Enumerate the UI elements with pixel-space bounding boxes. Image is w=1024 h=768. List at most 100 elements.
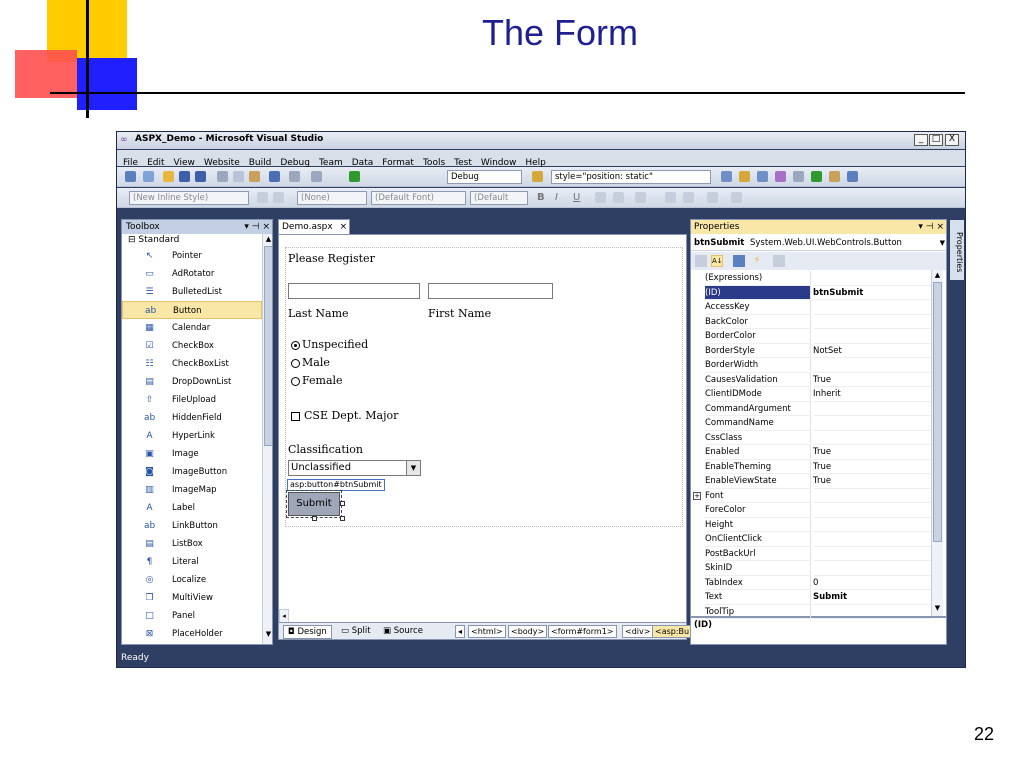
align-icon[interactable] <box>635 192 646 203</box>
properties-scrollbar[interactable]: ▲ ▼ <box>931 270 943 616</box>
cut-icon[interactable] <box>217 171 228 182</box>
designer-hscroll-left[interactable]: ◂ <box>279 609 289 623</box>
close-button[interactable]: X <box>945 134 959 146</box>
toolbox-item-panel[interactable]: □ Panel <box>122 607 262 625</box>
props-scroll-thumb[interactable] <box>933 282 942 542</box>
property-value[interactable] <box>813 605 931 619</box>
undo-icon[interactable] <box>269 171 280 182</box>
events-icon[interactable]: ⚡ <box>751 255 763 267</box>
command-window-icon[interactable] <box>847 171 858 182</box>
bulleted-list-icon[interactable] <box>683 192 694 203</box>
property-value[interactable]: btnSubmit <box>813 286 931 300</box>
open-file-icon[interactable] <box>163 171 174 182</box>
properties-pin-controls[interactable]: ▾ ⊣ × <box>918 220 944 234</box>
toolbox-item-pointer[interactable]: ↖ Pointer <box>122 247 262 265</box>
first-name-input[interactable] <box>428 283 553 299</box>
toolbox-item-linkbutton[interactable]: ab LinkButton <box>122 517 262 535</box>
property-row-id[interactable]: (ID) btnSubmit <box>691 285 931 300</box>
solution-config-select[interactable]: Debug <box>447 170 522 184</box>
toolbox-section-standard[interactable]: ⊟ Standard <box>122 234 262 246</box>
property-value[interactable] <box>813 431 931 445</box>
toolbox-item-label[interactable]: A Label <box>122 499 262 517</box>
property-row-forecolor[interactable]: ForeColor <box>691 503 931 518</box>
toolbox-item-hiddenfield[interactable]: ab HiddenField <box>122 409 262 427</box>
navigate-icon[interactable] <box>311 171 322 182</box>
crumb-div[interactable]: <div> <box>622 625 654 638</box>
find-in-files-icon[interactable] <box>721 171 732 182</box>
radio-female[interactable] <box>291 377 300 386</box>
highlight-icon[interactable] <box>613 192 624 203</box>
property-row-backcolor[interactable]: BackColor <box>691 314 931 329</box>
scroll-thumb[interactable] <box>264 246 272 446</box>
toolbox-item-multiview[interactable]: ❐ MultiView <box>122 589 262 607</box>
property-row-tabindex[interactable]: TabIndex 0 <box>691 575 931 590</box>
resize-handle-right[interactable] <box>340 501 345 506</box>
property-value[interactable] <box>813 402 931 416</box>
property-value[interactable]: True <box>813 460 931 474</box>
property-row-tooltip[interactable]: ToolTip <box>691 604 931 619</box>
property-row-font[interactable]: + Font <box>691 488 931 503</box>
toolbox-item-dropdownlist[interactable]: ▤ DropDownList <box>122 373 262 391</box>
toolbox-item-localize[interactable]: ◎ Localize <box>122 571 262 589</box>
property-value[interactable] <box>813 489 931 503</box>
paste-icon[interactable] <box>249 171 260 182</box>
cse-major-checkbox[interactable] <box>291 412 300 421</box>
extension-icon[interactable] <box>811 171 822 182</box>
property-row-onclientclick[interactable]: OnClientClick <box>691 532 931 547</box>
maximize-button[interactable]: □ <box>929 134 943 146</box>
property-value[interactable] <box>813 300 931 315</box>
toolbox-item-adrotator[interactable]: ▭ AdRotator <box>122 265 262 283</box>
property-row-clientidmode[interactable]: ClientIDMode Inherit <box>691 387 931 402</box>
property-row-height[interactable]: Height <box>691 517 931 532</box>
add-item-icon[interactable] <box>143 171 154 182</box>
style-apply-icon[interactable] <box>257 192 268 203</box>
toolbox-item-literal[interactable]: ¶ Literal <box>122 553 262 571</box>
tab-demo-aspx[interactable]: Demo.aspx × <box>278 219 350 234</box>
start-debug-icon[interactable] <box>349 171 360 182</box>
toolbox-item-button[interactable]: ab Button <box>122 301 262 319</box>
property-value[interactable] <box>813 329 931 344</box>
italic-button[interactable]: I <box>555 192 558 203</box>
crumb-body[interactable]: <body> <box>508 625 548 638</box>
style-select[interactable]: style="position: static" <box>551 170 711 184</box>
property-pages-icon[interactable] <box>773 255 785 267</box>
property-row-enableviewstate[interactable]: EnableViewState True <box>691 474 931 489</box>
submit-button[interactable]: Submit <box>286 490 342 518</box>
property-row-borderwidth[interactable]: BorderWidth <box>691 358 931 373</box>
find-icon[interactable] <box>532 171 543 182</box>
toolbox-item-fileupload[interactable]: ⇧ FileUpload <box>122 391 262 409</box>
property-row-text[interactable]: Text Submit <box>691 590 931 605</box>
property-value[interactable] <box>813 561 931 576</box>
copy-icon[interactable] <box>233 171 244 182</box>
property-value[interactable]: Inherit <box>813 387 931 402</box>
object-selector[interactable]: btnSubmit System.Web.UI.WebControls.Butt… <box>691 235 946 251</box>
save-icon[interactable] <box>179 171 190 182</box>
toolbox-item-placeholder[interactable]: ⊠ PlaceHolder <box>122 625 262 643</box>
start-page-icon[interactable] <box>829 171 840 182</box>
property-row-accesskey[interactable]: AccessKey <box>691 300 931 315</box>
classification-dropdown[interactable]: Unclassified ▼ <box>288 460 421 476</box>
property-row-commandargument[interactable]: CommandArgument <box>691 401 931 416</box>
toolbox-item-imagemap[interactable]: ▥ ImageMap <box>122 481 262 499</box>
underline-button[interactable]: U <box>573 192 580 203</box>
property-value[interactable]: True <box>813 474 931 489</box>
property-row-expressions[interactable]: (Expressions) <box>691 271 931 286</box>
toolbox-item-hyperlink[interactable]: A HyperLink <box>122 427 262 445</box>
minimize-button[interactable]: _ <box>914 134 928 146</box>
property-row-bordercolor[interactable]: BorderColor <box>691 329 931 344</box>
property-value[interactable]: 0 <box>813 576 931 590</box>
solution-explorer-icon[interactable] <box>739 171 750 182</box>
toolbox-icon[interactable] <box>793 171 804 182</box>
property-value[interactable] <box>813 271 931 286</box>
property-value[interactable]: NotSet <box>813 344 931 358</box>
image-insert-icon[interactable] <box>731 192 742 203</box>
font-size-select[interactable]: (Default <box>470 191 528 205</box>
property-value[interactable] <box>813 547 931 561</box>
property-value[interactable] <box>813 503 931 518</box>
scroll-up-arrow[interactable]: ▲ <box>264 235 272 244</box>
property-row-causesvalidation[interactable]: CausesValidation True <box>691 372 931 387</box>
property-value[interactable] <box>813 518 931 532</box>
property-value[interactable] <box>813 416 931 431</box>
property-row-borderstyle[interactable]: BorderStyle NotSet <box>691 343 931 358</box>
new-project-icon[interactable] <box>125 171 136 182</box>
